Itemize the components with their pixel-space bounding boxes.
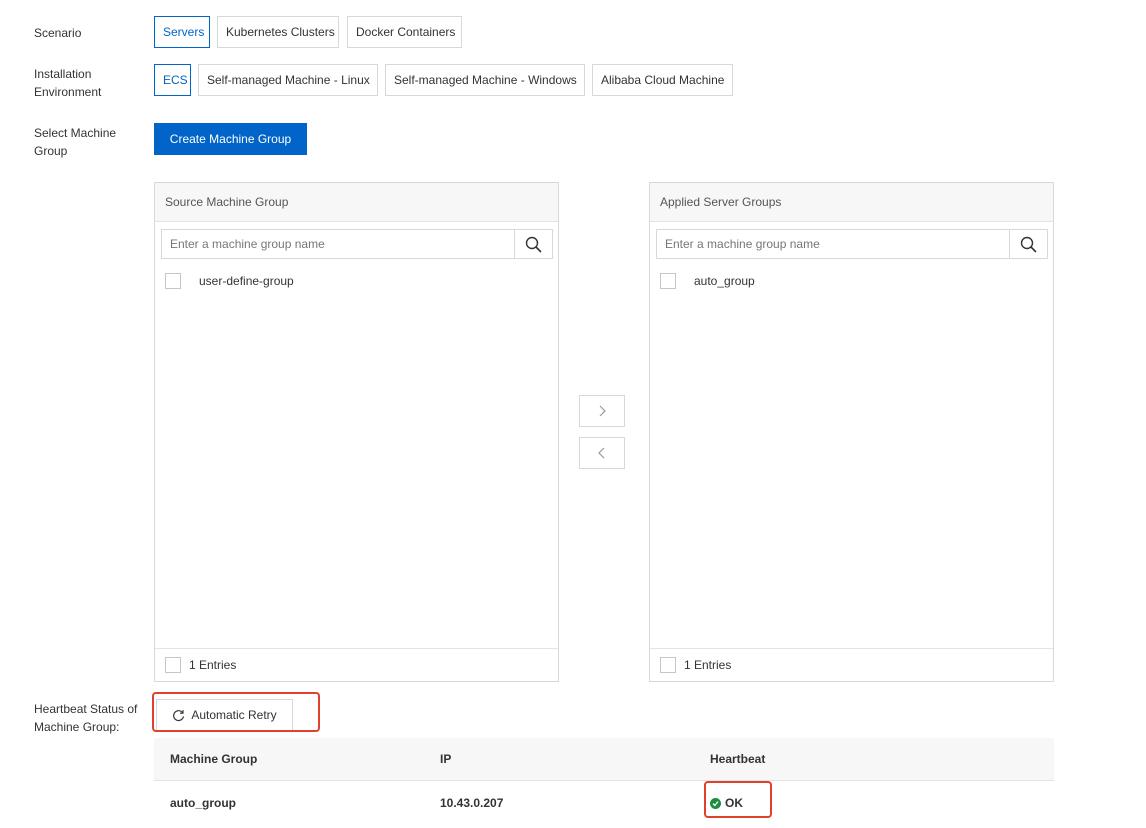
scenario-kubernetes-button[interactable]: Kubernetes Clusters [217,16,339,48]
applied-search-box [656,229,1048,259]
search-icon [525,236,542,252]
source-search-box [161,229,553,259]
env-alibaba-cloud-button[interactable]: Alibaba Cloud Machine [592,64,733,96]
scenario-docker-button[interactable]: Docker Containers [347,16,462,48]
item-checkbox[interactable] [165,273,181,289]
heartbeat-label-line2: Machine Group: [34,720,120,734]
applied-search-button[interactable] [1009,230,1047,258]
select-machine-group-label: Select Machine Group [34,124,116,160]
list-item[interactable]: user-define-group [165,272,294,290]
env-linux-button[interactable]: Self-managed Machine - Linux [198,64,378,96]
heartbeat-status-label: Heartbeat Status of Machine Group: [34,700,137,736]
chevron-left-icon [598,447,605,459]
heartbeat-label-line1: Heartbeat Status of [34,702,138,716]
table-header: Machine Group IP Heartbeat [154,738,1054,781]
machine-group-label-line1: Select Machine [34,126,117,140]
select-all-checkbox[interactable] [165,657,181,673]
list-item[interactable]: auto_group [660,272,755,290]
heartbeat-table: Machine Group IP Heartbeat auto_group 10… [154,738,1054,825]
column-header-machine-group: Machine Group [170,752,258,766]
env-ecs-button[interactable]: ECS [154,64,191,96]
move-right-button[interactable] [579,395,625,427]
applied-panel-footer: 1 Entries [650,648,1053,681]
select-all-checkbox[interactable] [660,657,676,673]
chevron-right-icon [599,405,606,417]
source-machine-group-panel: Source Machine Group user-define-group 1… [154,182,559,682]
entries-count: 1 Entries [189,658,237,672]
scenario-label: Scenario [34,26,82,40]
env-windows-button[interactable]: Self-managed Machine - Windows [385,64,585,96]
item-checkbox[interactable] [660,273,676,289]
heartbeat-status-text: OK [725,796,743,810]
check-circle-icon [710,797,721,809]
automatic-retry-button[interactable]: Automatic Retry [156,699,293,731]
item-label: auto_group [694,274,755,288]
scenario-servers-button[interactable]: Servers [154,16,210,48]
move-left-button[interactable] [579,437,625,469]
create-machine-group-button[interactable]: Create Machine Group [154,123,307,155]
column-header-heartbeat: Heartbeat [710,752,766,766]
retry-button-label: Automatic Retry [191,708,277,722]
table-row: auto_group 10.43.0.207 OK [154,781,1054,825]
installation-label-line2: Environment [34,85,102,99]
cell-ip: 10.43.0.207 [440,796,504,810]
entries-count: 1 Entries [684,658,732,672]
item-label: user-define-group [199,274,294,288]
applied-search-input[interactable] [657,230,1017,258]
machine-group-label-line2: Group [34,144,68,158]
installation-label-line1: Installation [34,67,92,81]
cell-machine-group: auto_group [170,796,236,810]
refresh-icon [173,709,185,721]
column-header-ip: IP [440,752,452,766]
search-icon [1020,236,1037,252]
source-panel-title: Source Machine Group [155,183,558,222]
applied-server-groups-panel: Applied Server Groups auto_group 1 Entri… [649,182,1054,682]
source-search-button[interactable] [514,230,552,258]
source-panel-footer: 1 Entries [155,648,558,681]
cell-heartbeat: OK [710,781,743,825]
installation-environment-label: Installation Environment [34,65,101,101]
applied-panel-title: Applied Server Groups [650,183,1053,222]
source-search-input[interactable] [162,230,522,258]
